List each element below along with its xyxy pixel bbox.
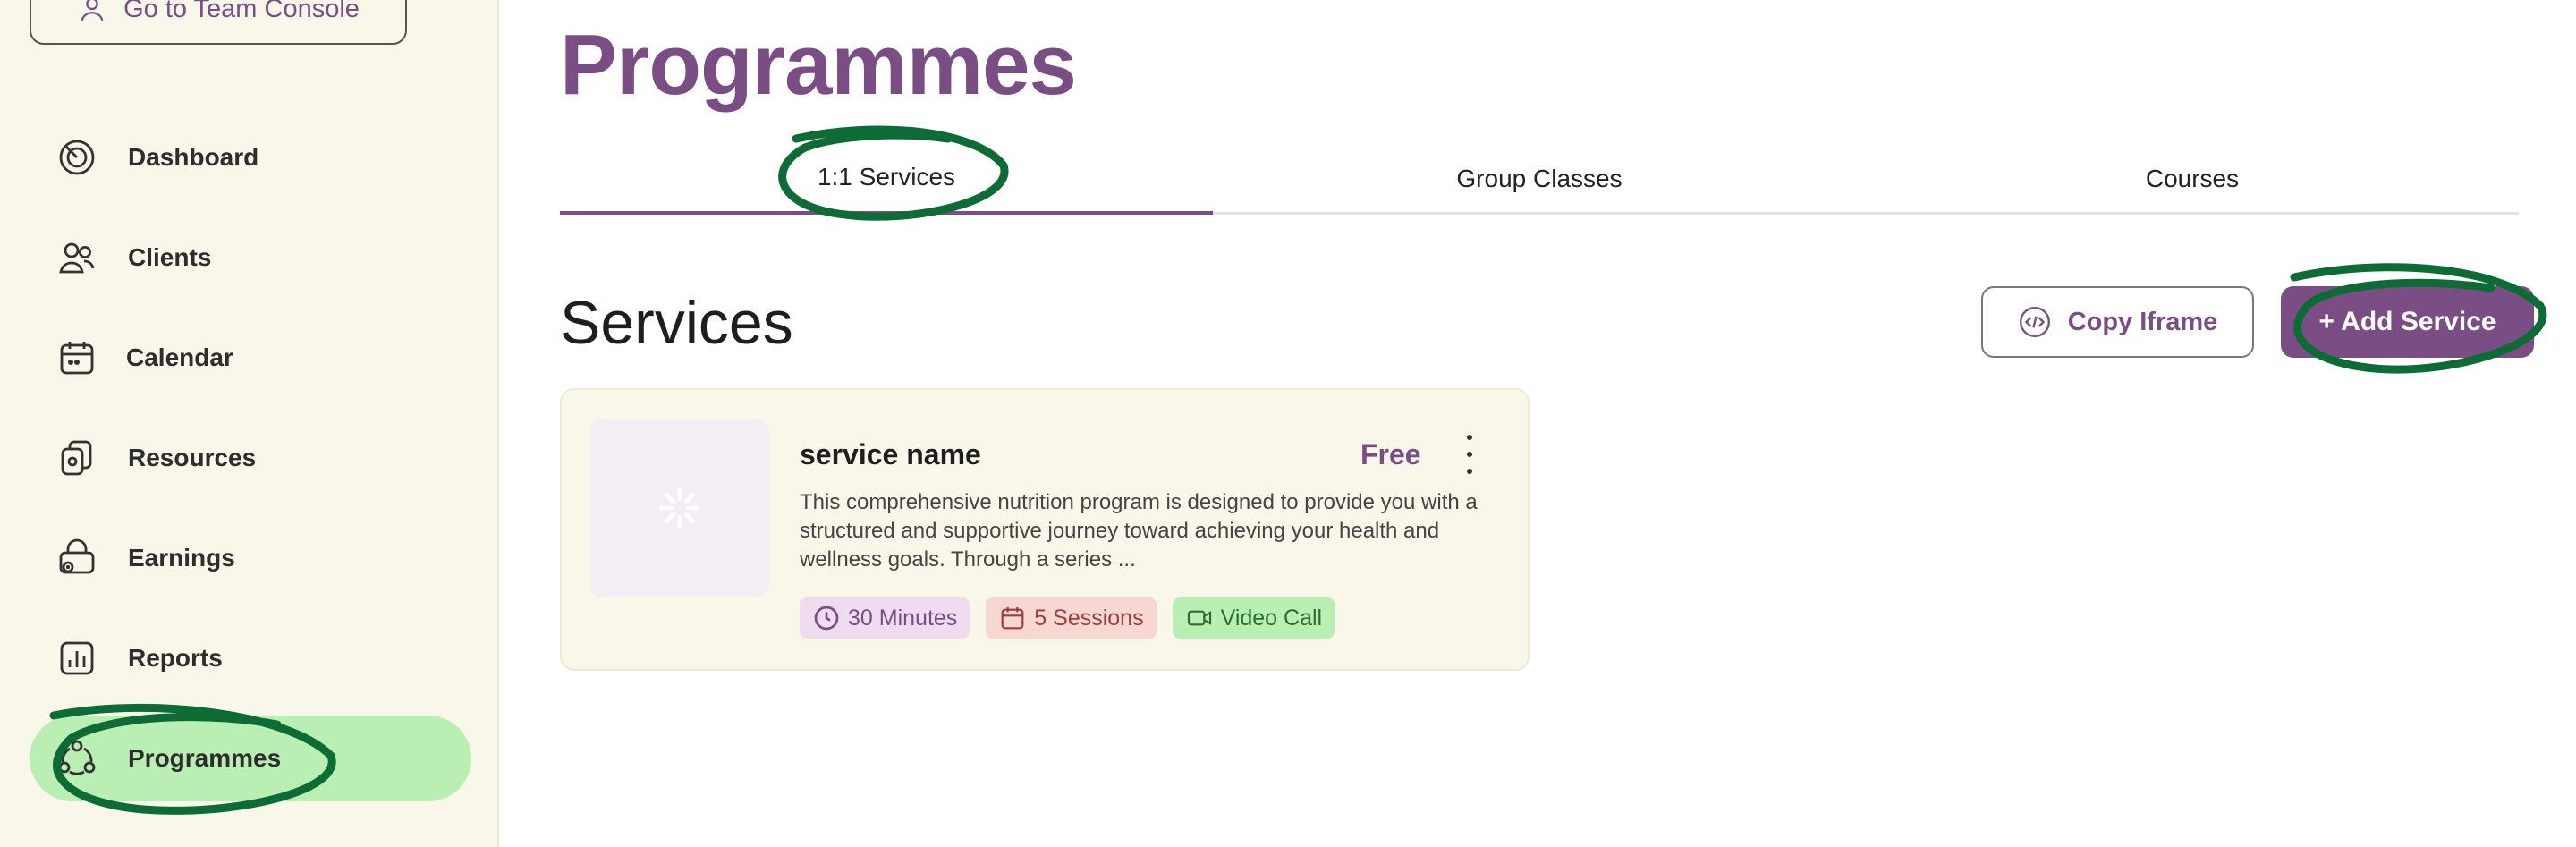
service-name: service name xyxy=(800,438,981,470)
copy-iframe-button[interactable]: Copy Iframe xyxy=(1981,286,2254,358)
service-price: Free xyxy=(1360,438,1421,470)
add-service-label: + Add Service xyxy=(2318,307,2496,336)
add-service-button[interactable]: + Add Service xyxy=(2281,286,2534,358)
main-content: Programmes 1:1 Services Group Classes Co… xyxy=(501,0,2576,847)
team-console-button[interactable]: Go to Team Console xyxy=(30,0,407,45)
resources-icon xyxy=(55,436,99,480)
sidebar-item-programmes[interactable]: Programmes xyxy=(30,716,471,801)
sessions-badge: 5 Sessions xyxy=(986,597,1157,639)
sidebar-item-label: Dashboard xyxy=(128,143,259,171)
calendar-icon xyxy=(1001,607,1024,630)
user-icon xyxy=(80,0,104,21)
page-title: Programmes xyxy=(560,17,1077,113)
clock-icon xyxy=(814,606,839,631)
reports-icon xyxy=(55,636,99,681)
sidebar-item-calendar[interactable]: Calendar xyxy=(30,315,471,401)
sidebar-item-label: Programmes xyxy=(128,744,282,772)
team-console-label: Go to Team Console xyxy=(123,0,360,23)
service-description: This comprehensive nutrition program is … xyxy=(800,490,1478,572)
video-call-badge: Video Call xyxy=(1172,597,1335,639)
sidebar-item-label: Reports xyxy=(128,644,223,672)
app-root: Go to Team Console Dashboard Clients Cal… xyxy=(0,0,2576,847)
clients-icon xyxy=(55,235,99,280)
earnings-icon xyxy=(55,536,99,580)
tab-group-classes[interactable]: Group Classes xyxy=(1213,143,1866,215)
sidebar-item-dashboard[interactable]: Dashboard xyxy=(30,114,471,200)
sidebar-item-label: Earnings xyxy=(128,544,235,572)
sidebar-item-reports[interactable]: Reports xyxy=(30,615,471,701)
duration-badge: 30 Minutes xyxy=(800,597,970,639)
copy-iframe-label: Copy Iframe xyxy=(2067,307,2218,336)
video-camera-icon xyxy=(1187,610,1211,626)
sidebar-item-label: Clients xyxy=(128,243,212,271)
sidebar-item-earnings[interactable]: Earnings xyxy=(30,515,471,601)
tab-bar: 1:1 Services Group Classes Courses xyxy=(560,143,2519,215)
sidebar-item-clients[interactable]: Clients xyxy=(30,215,471,301)
code-icon xyxy=(2019,306,2050,338)
service-card[interactable]: service name Free This comprehensive nut… xyxy=(560,388,1530,671)
programmes-icon xyxy=(55,736,99,781)
sidebar-item-label: Calendar xyxy=(126,343,233,371)
tab-courses[interactable]: Courses xyxy=(1866,143,2519,215)
sidebar-item-label: Resources xyxy=(128,444,257,471)
service-thumbnail xyxy=(590,419,769,597)
sidebar-item-resources[interactable]: Resources xyxy=(30,415,471,501)
loading-spinner-icon xyxy=(658,487,701,529)
service-tags: 30 Minutes 5 Sessions Video Call xyxy=(800,597,1335,639)
tab-1-1-services[interactable]: 1:1 Services xyxy=(560,143,1213,215)
dashboard-icon xyxy=(55,135,99,180)
more-options-icon[interactable] xyxy=(1456,435,1483,474)
sidebar: Go to Team Console Dashboard Clients Cal… xyxy=(0,0,499,847)
section-title: Services xyxy=(560,289,793,357)
calendar-icon xyxy=(55,335,99,380)
